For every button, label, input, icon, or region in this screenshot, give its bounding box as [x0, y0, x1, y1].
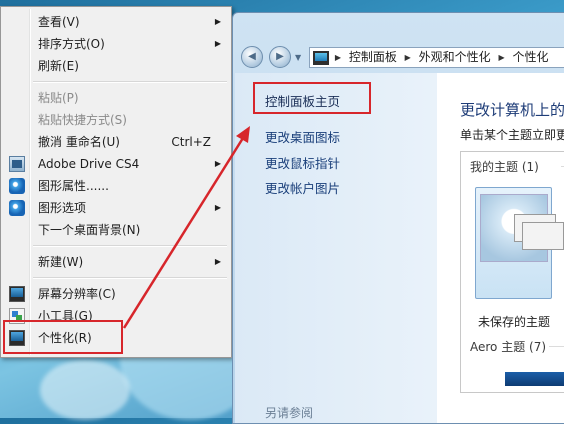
change-account-picture-link[interactable]: 更改帐户图片 [265, 178, 340, 197]
unsaved-theme-thumbnail[interactable]: 未保存的主题 [475, 187, 564, 329]
menu-item-label: 排序方式(O) [38, 37, 105, 51]
aero-theme-thumbnail[interactable] [505, 372, 564, 386]
forward-button[interactable]: ▶ [269, 46, 291, 68]
menu-item-paste: 粘贴(P) [3, 87, 229, 109]
breadcrumb-control-panel[interactable]: 控制面板 [349, 48, 397, 67]
highlight-box-personalize [3, 320, 123, 354]
menu-item-label: 粘贴快捷方式(S) [38, 113, 127, 127]
change-desktop-icons-link[interactable]: 更改桌面图标 [265, 127, 340, 146]
breadcrumb-appearance[interactable]: 外观和个性化 [419, 48, 491, 67]
submenu-arrow-icon: ▶ [214, 39, 221, 48]
menu-item-label: 下一个桌面背景(N) [38, 223, 141, 237]
back-arrow-icon: ◀ [248, 51, 256, 62]
menu-item-label: 粘贴(P) [38, 91, 79, 105]
submenu-arrow-icon: ▶ [214, 159, 221, 168]
menu-item-shortcut: Ctrl+Z [171, 135, 211, 149]
menu-separator [33, 81, 227, 83]
graphics-properties-icon [9, 178, 25, 194]
menu-item-label: 查看(V) [38, 15, 80, 29]
menu-item-label: 图形选项 [38, 201, 87, 215]
wallpaper-glow [40, 360, 130, 420]
theme-preview-window [522, 222, 564, 250]
breadcrumb-personalization[interactable]: 个性化 [512, 48, 548, 67]
group-divider [549, 346, 564, 347]
breadcrumb-arrow-icon[interactable]: ▶ [335, 48, 341, 67]
page-title: 更改计算机上的 [460, 101, 564, 119]
aero-themes-group-label: Aero 主题 (7) [470, 340, 547, 354]
see-also-heading: 另请参阅 [265, 406, 314, 420]
graphics-options-icon [9, 200, 25, 216]
highlight-box-home-link [253, 82, 371, 114]
menu-item-next-background[interactable]: 下一个桌面背景(N) [3, 219, 229, 241]
forward-arrow-icon: ▶ [276, 51, 284, 62]
menu-item-label: Adobe Drive CS4 [38, 157, 140, 171]
unsaved-theme-label: 未保存的主题 [477, 315, 550, 329]
address-bar[interactable]: ▶ 控制面板 ▶ 外观和个性化 ▶ 个性化 [309, 47, 564, 68]
back-button[interactable]: ◀ [241, 46, 263, 68]
recent-pages-chevron-icon[interactable]: ▼ [295, 53, 301, 62]
menu-item-label: 撤消 重命名(U) [38, 135, 120, 149]
task-pane [235, 73, 437, 423]
adobe-drive-icon [9, 156, 25, 172]
menu-separator [33, 277, 227, 279]
menu-item-label: 图形属性...... [38, 179, 109, 193]
menu-separator [33, 245, 227, 247]
menu-item-label: 新建(W) [38, 255, 84, 269]
menu-item-graphics-options[interactable]: 图形选项 ▶ [3, 197, 229, 219]
menu-item-view[interactable]: 查看(V) ▶ [3, 11, 229, 33]
menu-item-adobe-drive[interactable]: Adobe Drive CS4 ▶ [3, 153, 229, 175]
submenu-arrow-icon: ▶ [214, 203, 221, 212]
menu-item-screen-resolution[interactable]: 屏幕分辨率(C) [3, 283, 229, 305]
screen-resolution-icon [9, 286, 25, 302]
my-themes-group-label: 我的主题 (1) [470, 160, 539, 174]
page-subtitle: 单击某个主题立即更 [460, 128, 564, 142]
menu-item-paste-shortcut: 粘贴快捷方式(S) [3, 109, 229, 131]
menu-item-undo-rename[interactable]: 撤消 重命名(U) Ctrl+Z [3, 131, 229, 153]
breadcrumb-arrow-icon[interactable]: ▶ [405, 48, 411, 67]
submenu-arrow-icon: ▶ [214, 257, 221, 266]
menu-item-sort-by[interactable]: 排序方式(O) ▶ [3, 33, 229, 55]
submenu-arrow-icon: ▶ [214, 17, 221, 26]
theme-list[interactable]: 我的主题 (1) 未保存的主题 Aero 主题 (7) [460, 151, 564, 393]
menu-item-refresh[interactable]: 刷新(E) [3, 55, 229, 77]
breadcrumb-arrow-icon[interactable]: ▶ [498, 48, 504, 67]
desktop-context-menu: 查看(V) ▶ 排序方式(O) ▶ 刷新(E) 粘贴(P) 粘贴快捷方式(S) … [0, 6, 232, 358]
change-mouse-pointers-link[interactable]: 更改鼠标指针 [265, 153, 340, 172]
menu-item-new[interactable]: 新建(W) ▶ [3, 251, 229, 273]
menu-item-label: 刷新(E) [38, 59, 79, 73]
control-panel-icon [313, 50, 329, 65]
menu-item-graphics-properties[interactable]: 图形属性...... [3, 175, 229, 197]
menu-item-label: 屏幕分辨率(C) [38, 287, 116, 301]
